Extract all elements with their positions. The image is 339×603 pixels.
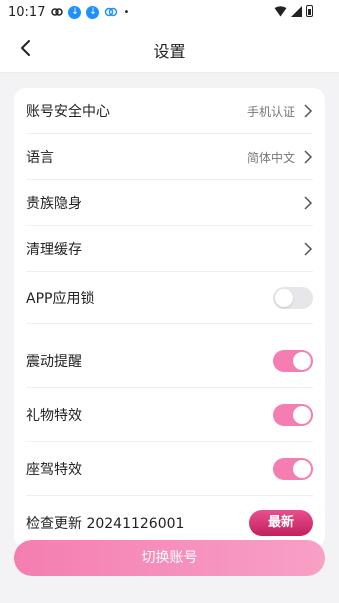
settings-card: 账号安全中心 手机认证 语言 简体中文 贵族隐身 清理缓存 APP应用锁 震动提… <box>14 88 325 548</box>
system-icons <box>274 5 313 17</box>
switch-account-button[interactable]: 切换账号 <box>14 540 325 576</box>
divider <box>26 323 313 324</box>
vibration-row: 震动提醒 <box>14 334 325 388</box>
account-security-row[interactable]: 账号安全中心 手机认证 <box>14 88 325 134</box>
notification-icons: ↓ ↓ • <box>51 5 130 19</box>
link-icon <box>51 8 64 16</box>
mount-effects-row: 座驾特效 <box>14 442 325 496</box>
account-security-value: 手机认证 <box>246 104 295 119</box>
mount-effects-label: 座驾特效 <box>26 462 82 478</box>
gift-effects-row: 礼物特效 <box>14 388 325 442</box>
vibration-toggle[interactable] <box>273 350 313 372</box>
gift-effects-label: 礼物特效 <box>26 408 82 424</box>
app-lock-row: APP应用锁 <box>14 272 325 324</box>
latest-version-badge: 最新 <box>249 510 313 536</box>
chevron-right-icon <box>304 104 313 118</box>
header: 设置 <box>0 24 339 73</box>
chevron-right-icon <box>304 242 313 256</box>
download-icon: ↓ <box>86 5 100 19</box>
download-icon: ↓ <box>68 5 82 19</box>
battery-icon <box>306 5 313 17</box>
noble-stealth-label: 贵族隐身 <box>26 196 82 212</box>
check-update-label: 检查更新 20241126001 <box>26 516 185 532</box>
vibration-label: 震动提醒 <box>26 354 82 370</box>
cloud-icon <box>105 7 118 17</box>
app-lock-toggle[interactable] <box>273 287 313 309</box>
account-security-label: 账号安全中心 <box>26 104 110 120</box>
language-value: 简体中文 <box>246 150 295 165</box>
chevron-right-icon <box>304 150 313 164</box>
more-notifications-icon: • <box>123 6 130 18</box>
signal-icon <box>291 5 302 17</box>
wifi-icon <box>274 5 287 16</box>
language-label: 语言 <box>26 150 54 166</box>
status-bar: 10:17 ↓ ↓ • <box>0 0 339 24</box>
gift-effects-toggle[interactable] <box>273 404 313 426</box>
page-title: 设置 <box>153 42 186 61</box>
app-lock-label: APP应用锁 <box>26 291 95 307</box>
status-time: 10:17 <box>8 4 46 20</box>
clear-cache-label: 清理缓存 <box>26 242 82 258</box>
language-row[interactable]: 语言 简体中文 <box>14 134 325 180</box>
chevron-right-icon <box>304 196 313 210</box>
noble-stealth-row[interactable]: 贵族隐身 <box>14 180 325 226</box>
mount-effects-toggle[interactable] <box>273 458 313 480</box>
clear-cache-row[interactable]: 清理缓存 <box>14 226 325 272</box>
